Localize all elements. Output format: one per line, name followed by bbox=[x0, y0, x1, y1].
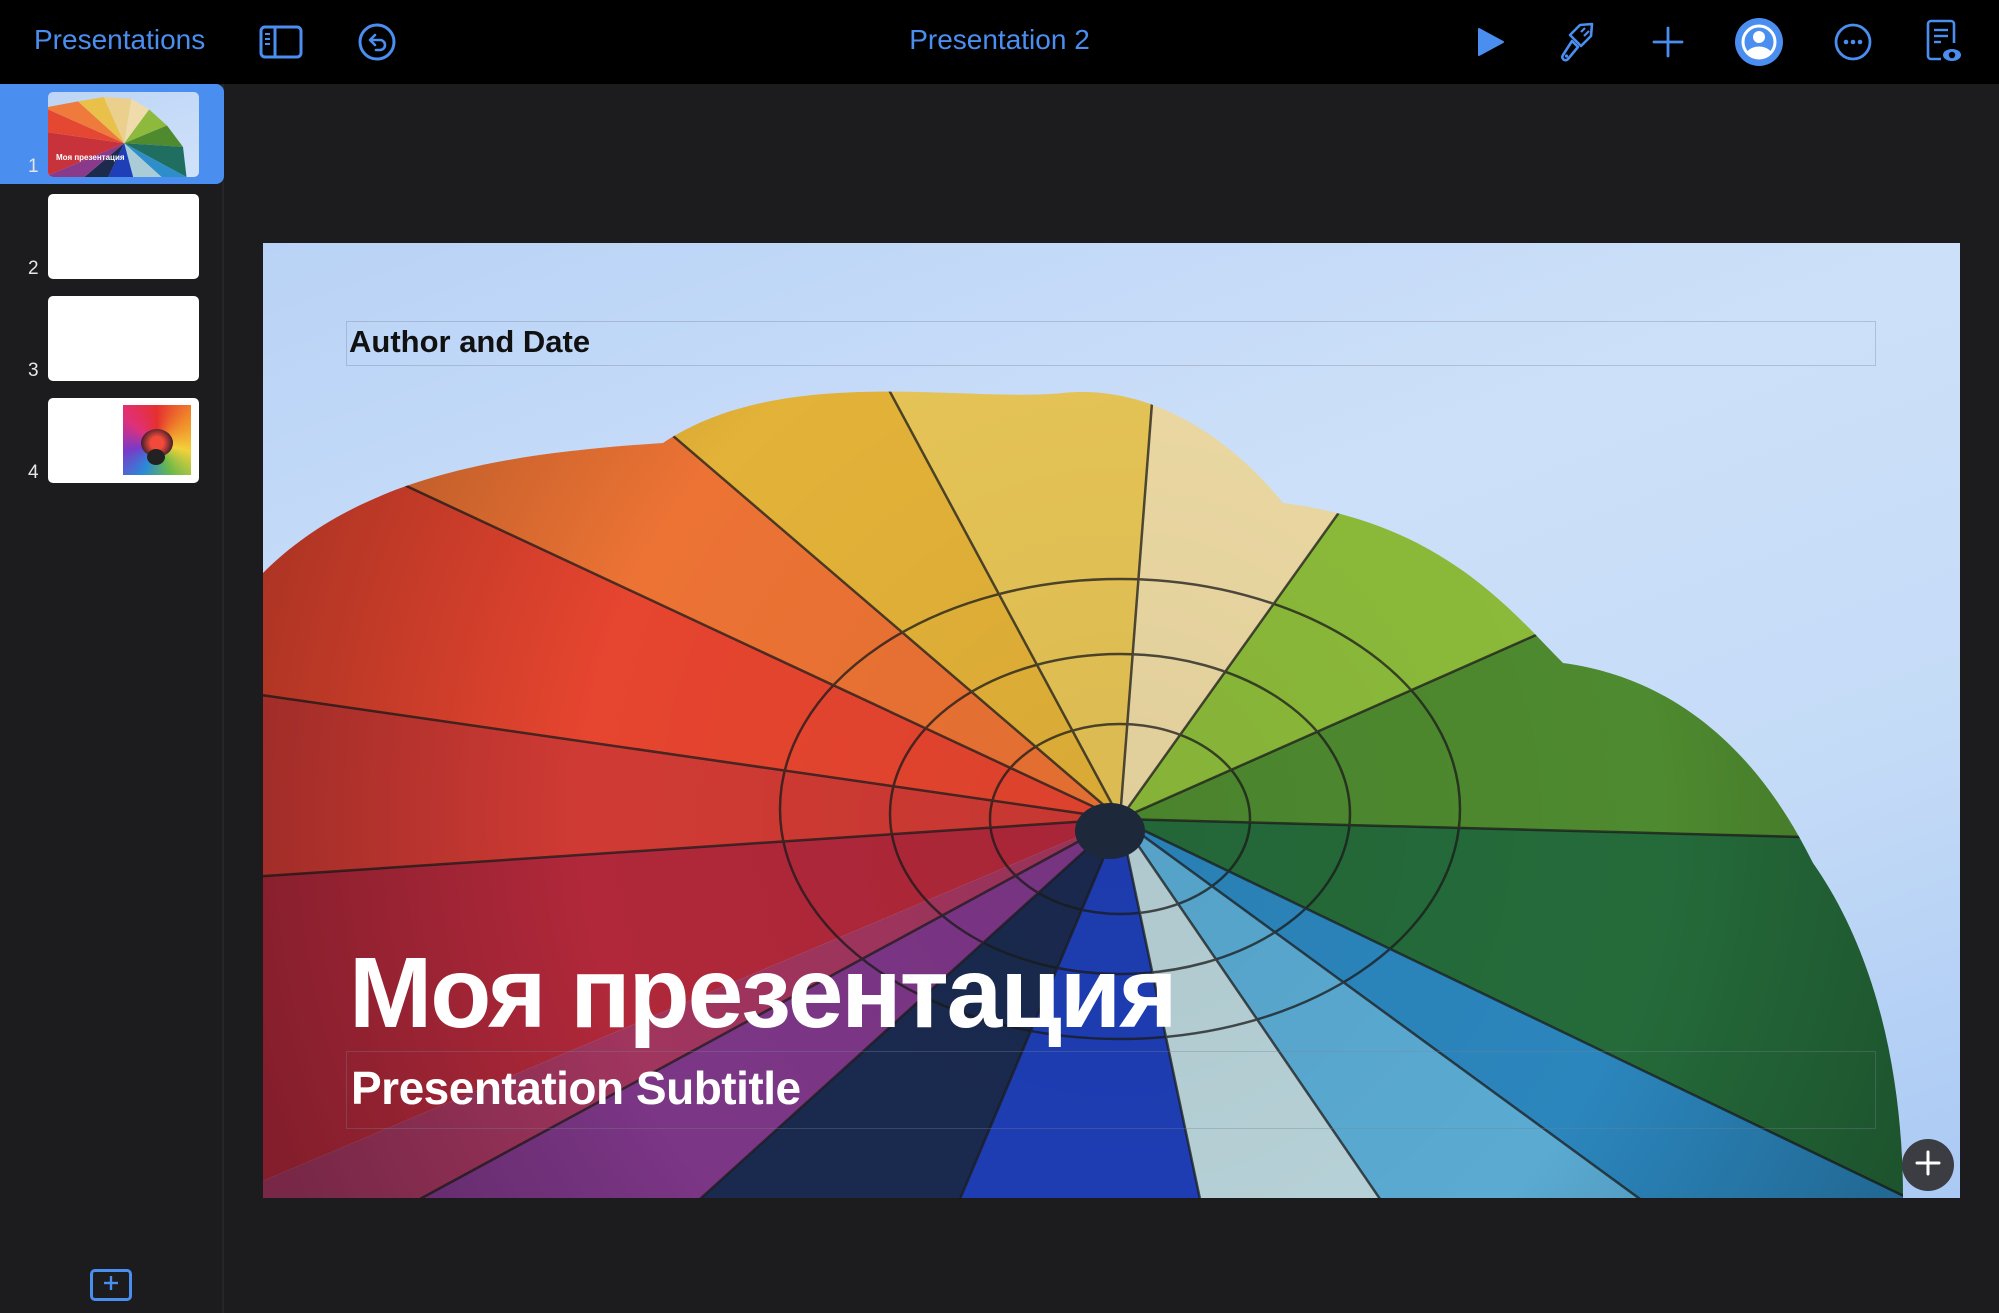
collaborate-button[interactable] bbox=[1735, 18, 1783, 66]
presentations-back-link[interactable]: Presentations bbox=[34, 24, 205, 56]
more-button[interactable] bbox=[1829, 18, 1877, 66]
slide-number: 1 bbox=[28, 156, 39, 177]
sidebar-toggle-icon bbox=[259, 25, 303, 59]
slide-thumbnail-2[interactable]: 2 bbox=[0, 186, 224, 286]
toolbar: Presentations Presentation 2 bbox=[0, 0, 1999, 84]
thumbnail-title: Моя презентация bbox=[56, 153, 125, 162]
slide-thumbnail-image bbox=[48, 398, 199, 483]
person-circle-icon bbox=[1734, 17, 1784, 67]
undo-icon bbox=[357, 22, 397, 62]
slide-canvas[interactable]: Author and Date Моя презентация Presenta… bbox=[263, 243, 1960, 1198]
plus-icon bbox=[1914, 1149, 1942, 1182]
slide-navigator: 1 Моя презентация 2 3 4 bbox=[0, 84, 224, 1313]
add-object-button[interactable] bbox=[1902, 1139, 1954, 1191]
sidebar-toggle-button[interactable] bbox=[257, 18, 305, 66]
document-title[interactable]: Presentation 2 bbox=[909, 24, 1090, 55]
add-slide-icon bbox=[101, 1273, 121, 1298]
ellipsis-circle-icon bbox=[1833, 22, 1873, 62]
add-slide-button[interactable] bbox=[90, 1269, 132, 1301]
document-eye-icon bbox=[1925, 19, 1963, 65]
paintbrush-icon bbox=[1558, 21, 1598, 63]
slide-number: 4 bbox=[28, 462, 39, 483]
thumbnail-balloon-photo bbox=[123, 405, 191, 475]
presenter-notes-button[interactable] bbox=[1920, 18, 1968, 66]
plus-icon bbox=[1652, 26, 1684, 58]
slide-thumbnail-1[interactable]: 1 Моя презентация bbox=[0, 84, 224, 184]
thumbnail-balloon-image bbox=[48, 96, 187, 177]
slide-number: 3 bbox=[28, 360, 39, 381]
slide-subtitle[interactable]: Presentation Subtitle bbox=[351, 1061, 801, 1115]
undo-button[interactable] bbox=[353, 18, 401, 66]
slide-thumbnail-image bbox=[48, 296, 199, 381]
slide-thumbnail-3[interactable]: 3 bbox=[0, 288, 224, 388]
slide-thumbnail-image bbox=[48, 194, 199, 279]
slide-title[interactable]: Моя презентация bbox=[349, 943, 1178, 1043]
play-icon bbox=[1474, 26, 1506, 58]
insert-button[interactable] bbox=[1644, 18, 1692, 66]
play-button[interactable] bbox=[1466, 18, 1514, 66]
slide-number: 2 bbox=[28, 258, 39, 279]
slide-thumbnail-4[interactable]: 4 bbox=[0, 390, 224, 490]
author-date-placeholder[interactable]: Author and Date bbox=[349, 324, 590, 360]
slide-thumbnail-image: Моя презентация bbox=[48, 92, 199, 177]
format-button[interactable] bbox=[1554, 18, 1602, 66]
